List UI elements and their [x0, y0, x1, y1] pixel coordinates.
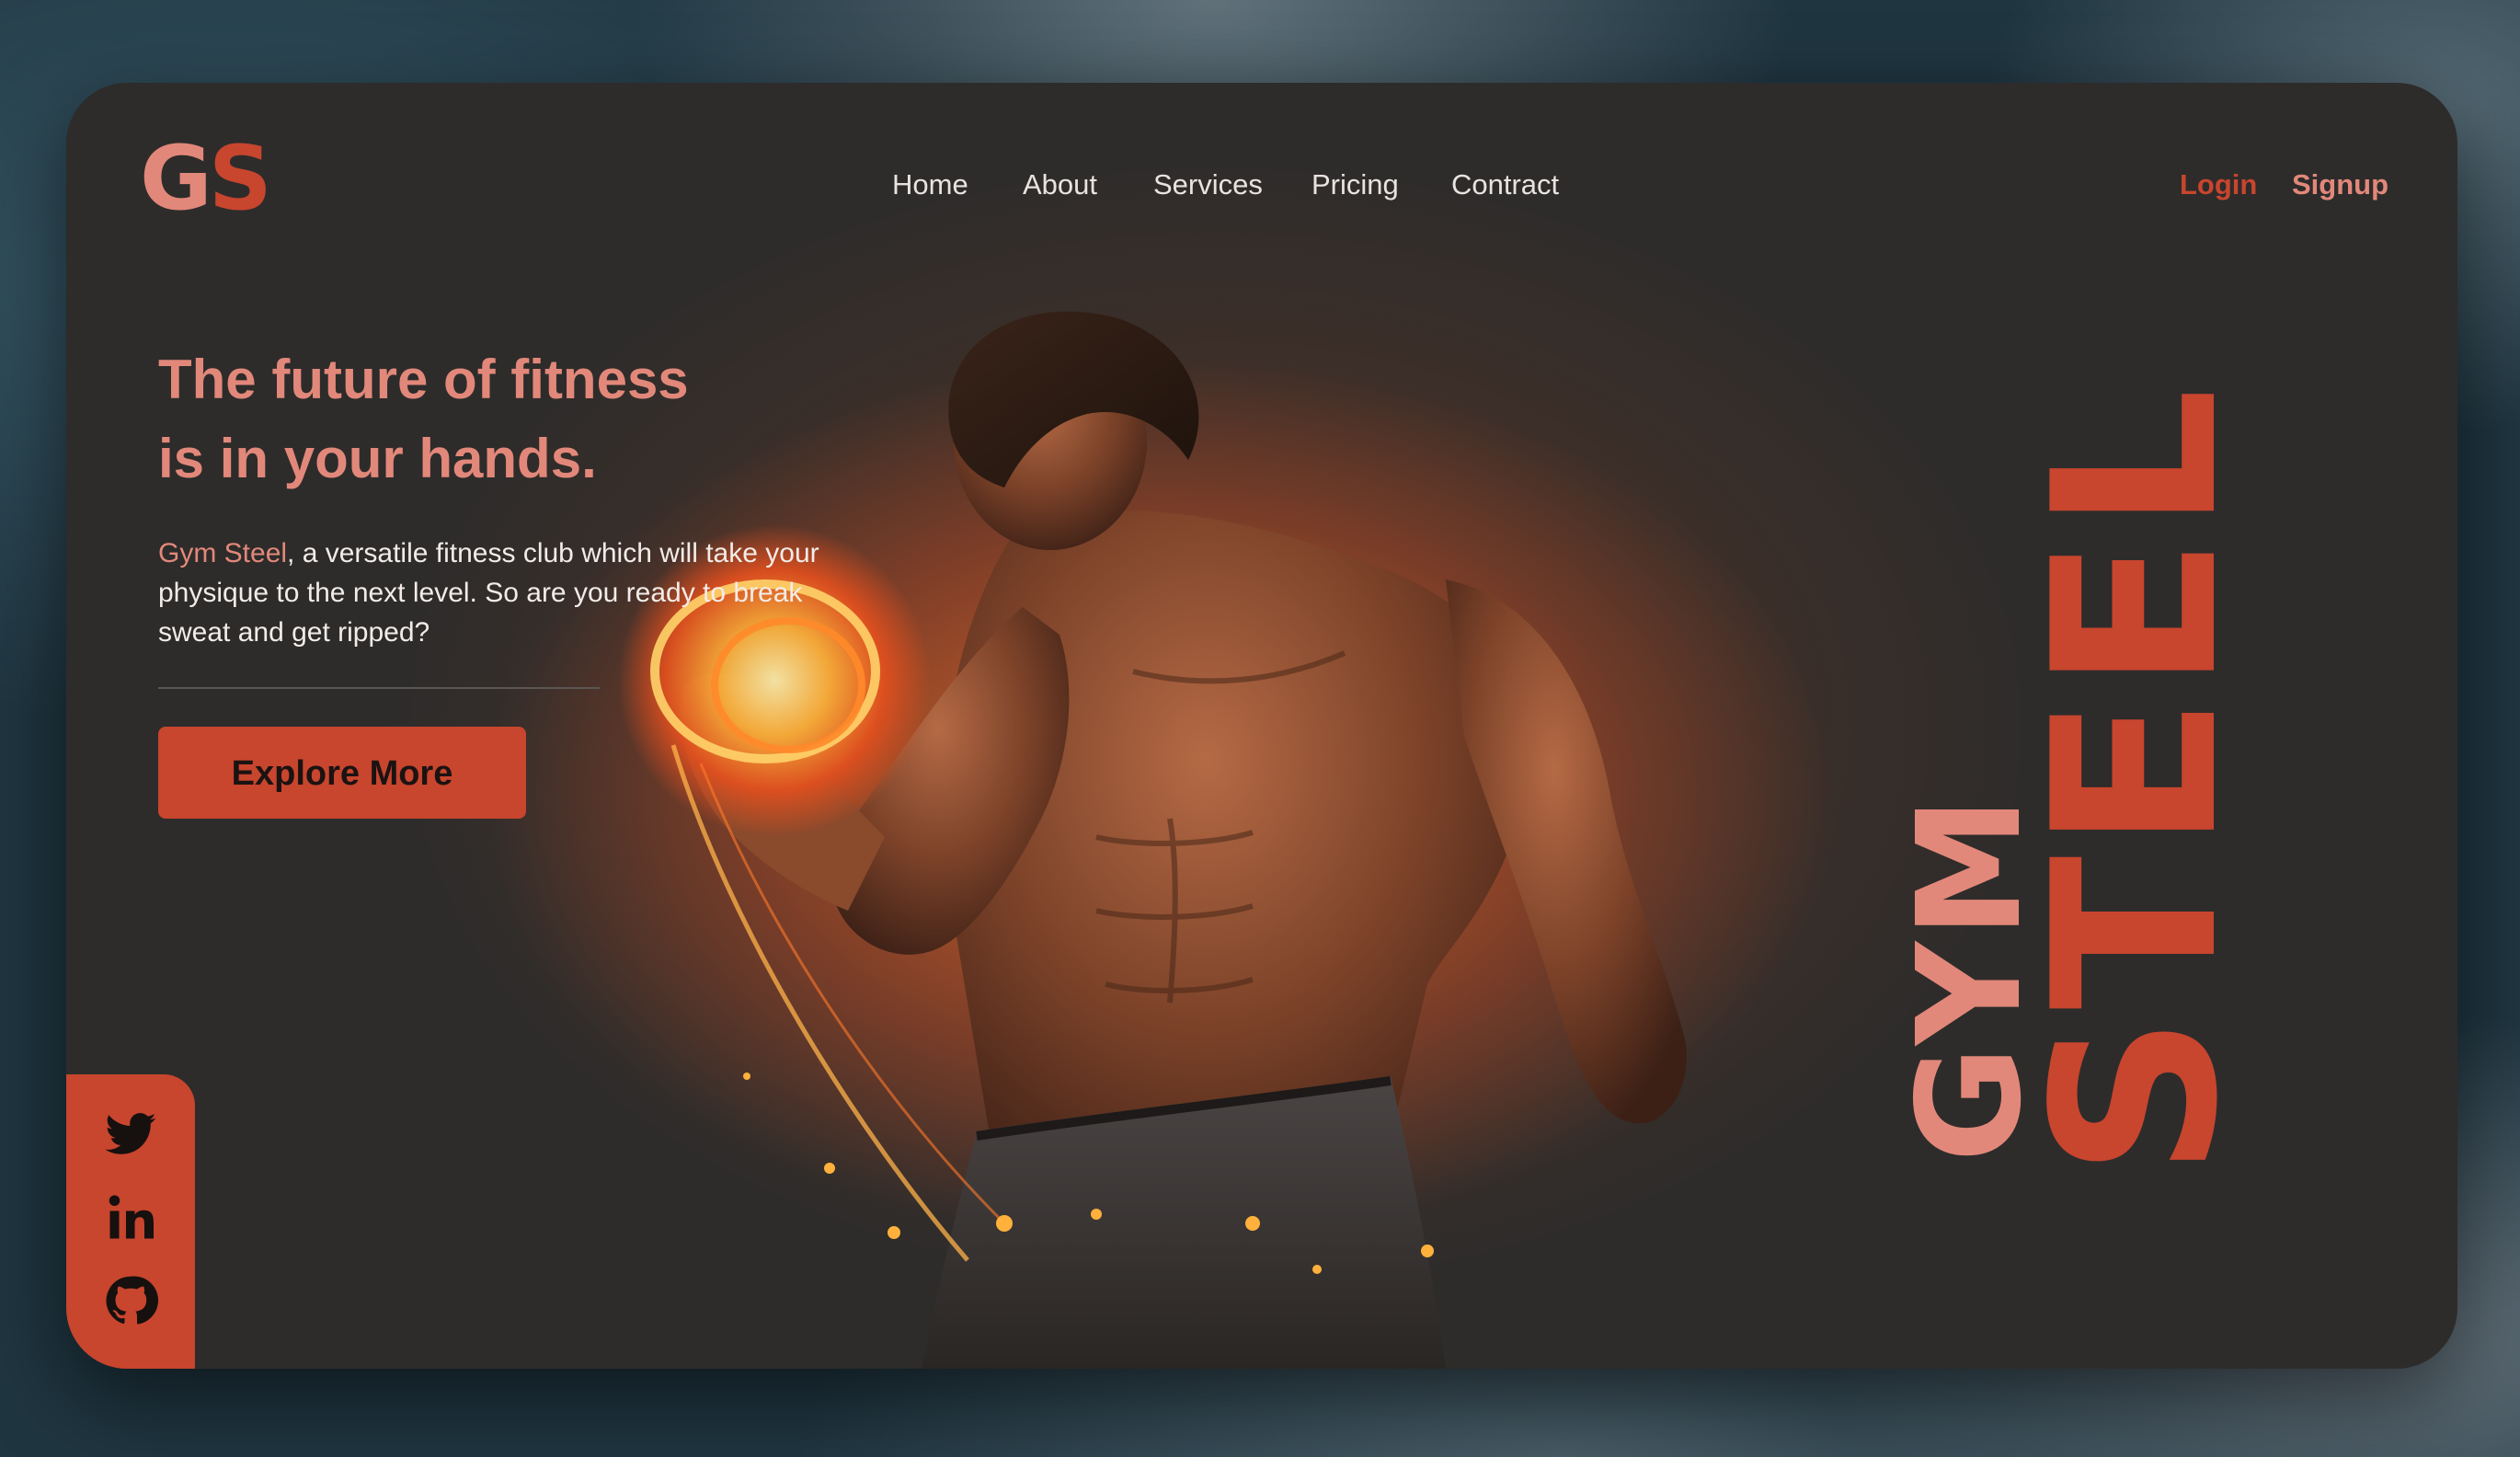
divider [158, 687, 600, 689]
nav-item-contract[interactable]: Contract [1451, 162, 1559, 208]
hero-description: Gym Steel, a versatile fitness club whic… [158, 533, 857, 652]
github-icon[interactable] [103, 1273, 158, 1328]
brand-name: Gym Steel [158, 538, 288, 568]
main-nav: Home About Services Pricing Contract [66, 162, 2457, 208]
explore-more-button[interactable]: Explore More [158, 727, 526, 819]
nav-item-services[interactable]: Services [1153, 162, 1263, 208]
twitter-icon[interactable] [103, 1107, 158, 1163]
headline-line-1: The future of fitness [158, 349, 689, 410]
hero-headline: The future of fitness is in your hands. [158, 340, 857, 499]
social-rail [66, 1074, 195, 1369]
nav-item-home[interactable]: Home [892, 162, 968, 208]
headline-line-2: is in your hands. [158, 428, 597, 489]
vertical-steel-text: STEEL [2005, 382, 2267, 1177]
linkedin-icon[interactable] [103, 1190, 158, 1245]
login-link[interactable]: Login [2180, 162, 2257, 208]
signup-link[interactable]: Signup [2292, 162, 2388, 208]
landing-card: GS Home About Services Pricing Contract … [66, 83, 2457, 1369]
nav-item-pricing[interactable]: Pricing [1312, 162, 1399, 208]
nav-item-about[interactable]: About [1023, 162, 1097, 208]
